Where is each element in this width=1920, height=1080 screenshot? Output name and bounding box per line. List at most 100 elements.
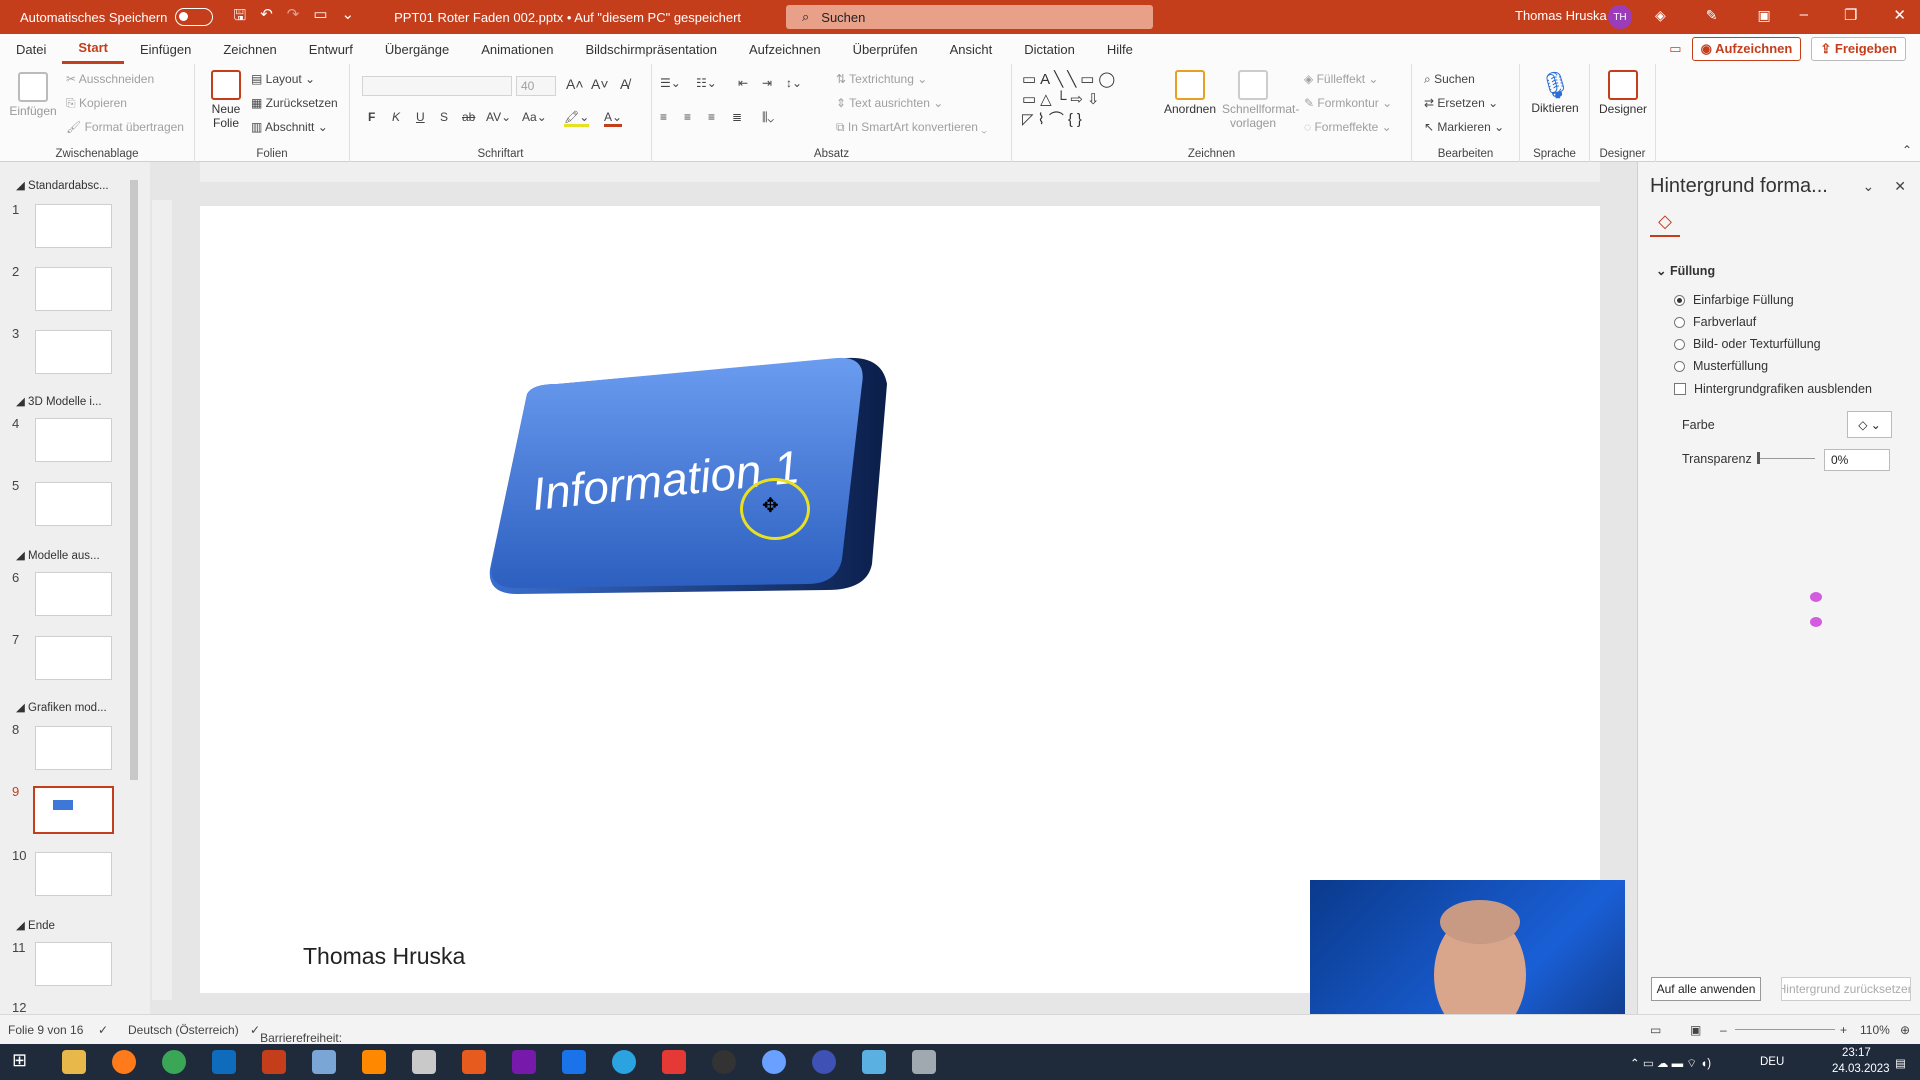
app-icon[interactable] [462, 1050, 486, 1074]
normal-view-icon[interactable]: ▭ [1650, 1023, 1661, 1037]
avatar[interactable]: TH [1608, 5, 1632, 29]
app-icon[interactable] [912, 1050, 936, 1074]
paste-button[interactable]: Einfügen [8, 72, 58, 118]
option-picture-fill[interactable]: Bild- oder Texturfüllung [1674, 337, 1821, 351]
chevron-down-icon[interactable]: ⌄ [1863, 178, 1875, 195]
solid-fill-radio[interactable] [1674, 294, 1685, 306]
font-family-select[interactable] [362, 76, 512, 96]
apply-all-button[interactable]: Auf alle anwenden [1651, 977, 1761, 1001]
option-gradient-fill[interactable]: Farbverlauf [1674, 315, 1756, 329]
record-button[interactable]: ◉ Aufzeichnen [1691, 37, 1802, 61]
smartart-button[interactable]: ⧉ In SmartArt konvertieren ⌄ [836, 120, 987, 135]
tab-zeichnen[interactable]: Zeichnen [207, 34, 292, 64]
underline-button[interactable]: U [416, 110, 425, 124]
clear-format-icon[interactable]: A̸ [620, 76, 629, 92]
designer-button[interactable]: Designer [1594, 70, 1652, 116]
shape-effects-button[interactable]: ◌ Formeffekte ⌄ [1304, 120, 1392, 134]
collapse-ribbon-icon[interactable]: ⌃ [1902, 143, 1912, 157]
vlc-icon[interactable] [362, 1050, 386, 1074]
keyboard-language[interactable]: DEU [1760, 1056, 1784, 1068]
strikethrough-icon[interactable]: ab [462, 110, 475, 124]
shadow-button[interactable]: S [440, 110, 448, 124]
thumbnail-scrollbar[interactable] [130, 165, 140, 1015]
app-icon[interactable] [762, 1050, 786, 1074]
firefox-icon[interactable] [112, 1050, 136, 1074]
numbering-icon[interactable]: ☷⌄ [696, 76, 717, 90]
tab-entwurf[interactable]: Entwurf [293, 34, 369, 64]
zoom-slider[interactable] [1735, 1029, 1835, 1030]
text-direction-button[interactable]: ⇅ Textrichtung ⌄ [836, 72, 927, 86]
font-color-icon[interactable]: A⌄ [604, 110, 623, 127]
author-text[interactable]: Thomas Hruska [303, 943, 465, 970]
undo-icon[interactable]: ↶ [260, 5, 273, 30]
customize-icon[interactable]: ⌄ [342, 5, 355, 30]
layout-button[interactable]: ▤ Layout ⌄ [251, 72, 315, 86]
slide-thumbnail-7[interactable] [35, 636, 112, 680]
justify-icon[interactable]: ≣ [732, 110, 742, 124]
bullets-icon[interactable]: ☰⌄ [660, 76, 681, 90]
slideshow-view-icon[interactable]: ▣ [1690, 1023, 1701, 1037]
diamond-icon[interactable]: ◈ [1655, 7, 1666, 24]
pen-icon[interactable]: ✎ [1706, 7, 1718, 24]
slide-thumbnail-11[interactable] [35, 942, 112, 986]
tray-icons[interactable]: ⌃ ▭ ☁ ▬ ⌔ ◖) [1630, 1056, 1711, 1071]
app-icon[interactable] [812, 1050, 836, 1074]
info-3d-shape[interactable]: Information 1 [487, 354, 897, 594]
slide-thumbnail-10[interactable] [35, 852, 112, 896]
telegram-icon[interactable] [612, 1050, 636, 1074]
section-header[interactable]: ◢ Grafiken mod... [16, 700, 107, 714]
maximize-icon[interactable]: ❐ [1844, 6, 1857, 24]
section-header[interactable]: ◢ Ende [16, 918, 55, 932]
dictate-button[interactable]: 🎙 Diktieren [1528, 70, 1582, 115]
italic-button[interactable]: K [392, 110, 400, 124]
align-center-icon[interactable]: ≡ [684, 110, 691, 124]
tab-ansicht[interactable]: Ansicht [934, 34, 1009, 64]
gradient-fill-radio[interactable] [1674, 316, 1685, 328]
accessibility-status[interactable]: ✓ Barrierefreiheit: Untersuchen [250, 1023, 342, 1059]
reset-background-button[interactable]: Hintergrund zurücksetzen [1781, 977, 1911, 1001]
picture-fill-radio[interactable] [1674, 338, 1685, 350]
tab-animationen[interactable]: Animationen [465, 34, 569, 64]
hide-graphics-checkbox[interactable] [1674, 383, 1686, 395]
autosave[interactable]: Automatisches Speichern [20, 8, 214, 26]
tab-datei[interactable]: Datei [0, 34, 62, 64]
cut-button[interactable]: ✂ Ausschneiden [66, 72, 154, 86]
search-input[interactable]: ⌕ Suchen [786, 5, 1153, 29]
columns-icon[interactable]: ⫼⌄ [762, 110, 774, 125]
slide-thumbnail-9[interactable] [33, 786, 114, 834]
slide-thumbnail-4[interactable] [35, 418, 112, 462]
tab-uebergaenge[interactable]: Übergänge [369, 34, 465, 64]
select-button[interactable]: ↖ Markieren ⌄ [1424, 120, 1504, 134]
hide-graphics-option[interactable]: Hintergrundgrafiken ausblenden [1674, 382, 1872, 396]
reset-button[interactable]: ▦ Zurücksetzen [251, 96, 338, 110]
file-explorer-icon[interactable] [62, 1050, 86, 1074]
app-icon[interactable] [862, 1050, 886, 1074]
transparency-slider[interactable] [1759, 458, 1815, 459]
redo-icon[interactable]: ↷ [287, 5, 300, 30]
language-status[interactable]: Deutsch (Österreich) [128, 1023, 239, 1037]
zoom-out-icon[interactable]: – [1720, 1023, 1727, 1037]
obs-icon[interactable] [712, 1050, 736, 1074]
format-painter-button[interactable]: 🖌 Format übertragen [66, 120, 184, 134]
onenote-icon[interactable] [512, 1050, 536, 1074]
slide-thumbnail-8[interactable] [35, 726, 112, 770]
decrease-indent-icon[interactable]: ⇤ [738, 76, 748, 90]
align-text-button[interactable]: ⇕ Text ausrichten ⌄ [836, 96, 943, 110]
increase-indent-icon[interactable]: ⇥ [762, 76, 772, 90]
line-spacing-icon[interactable]: ↕⌄ [786, 76, 802, 90]
zoom-level[interactable]: 110% [1860, 1023, 1890, 1037]
close-icon[interactable]: ✕ [1893, 6, 1906, 24]
shapes-gallery[interactable]: ▭A╲╲▭◯ ▭△└⇨⇩ ◸⌇⌒{} [1022, 70, 1162, 134]
user-name[interactable]: Thomas Hruska [1515, 8, 1607, 23]
app-icon[interactable] [312, 1050, 336, 1074]
zoom-in-icon[interactable]: + [1840, 1023, 1847, 1037]
slide-thumbnail-6[interactable] [35, 572, 112, 616]
section-header[interactable]: ◢ Modelle aus... [16, 548, 100, 562]
shape-fill-button[interactable]: ◈ Fülleffekt ⌄ [1304, 72, 1378, 86]
slide-thumbnail-1[interactable] [35, 204, 112, 248]
fill-section-header[interactable]: ⌄ Füllung [1656, 263, 1715, 278]
fit-slide-icon[interactable]: ⊕ [1900, 1023, 1910, 1037]
tab-dictation[interactable]: Dictation [1008, 34, 1091, 64]
slide-canvas[interactable]: Information 1 Thomas Hruska [200, 206, 1600, 993]
grow-font-icon[interactable]: A˄ [566, 76, 584, 92]
